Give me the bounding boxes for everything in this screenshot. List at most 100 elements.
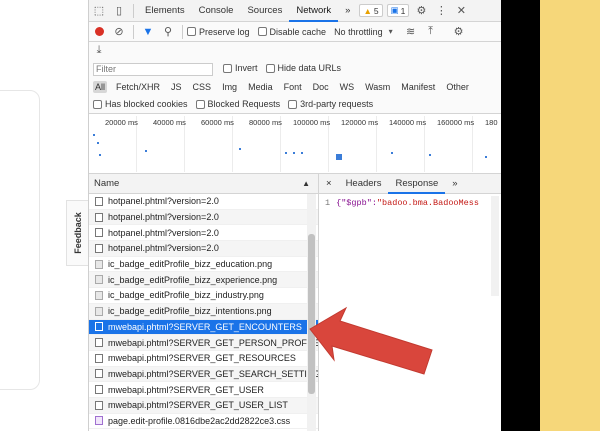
blocked-cookies-label: Has blocked cookies — [105, 99, 188, 109]
request-row[interactable]: page.edit-profile.0816dbe2ac2dd2822ce3.c… — [89, 414, 318, 430]
warnings-badge[interactable]: ▲ 5 — [359, 4, 383, 17]
tab-response[interactable]: Response — [388, 174, 446, 194]
more-tabs-button[interactable]: » — [338, 0, 357, 22]
request-row[interactable]: ic_badge_editProfile_bizz_education.png — [89, 257, 318, 273]
request-row[interactable]: mwebapi.phtml?SERVER_GET_ENCOUNTERS — [89, 319, 318, 336]
response-body[interactable]: 1 {"$gpb":"badoo.bma.BadooMess — [319, 194, 501, 212]
hide-data-urls-checkbox[interactable] — [265, 63, 275, 73]
tick-label: 100000 ms — [293, 118, 331, 127]
request-name: mwebapi.phtml?SERVER_GET_RESOURCES — [108, 353, 296, 364]
request-row[interactable]: ic_badge_editProfile_bizz_experience.png — [89, 272, 318, 289]
type-filter-all[interactable]: All — [93, 81, 108, 93]
network-overview-timeline[interactable]: 20000 ms 40000 ms 60000 ms 80000 ms 1000… — [89, 114, 501, 174]
request-name: mwebapi.phtml?SERVER_GET_PERSON_PROFILE_… — [108, 337, 318, 348]
network-toolbar: ⊘ ▼ ⚲ Preserve log Disable cache No thro… — [89, 22, 501, 42]
request-name: mwebapi.phtml?SERVER_GET_SEARCH_SETTINGS — [108, 368, 318, 379]
divider — [133, 3, 134, 18]
type-filter-css[interactable]: CSS — [191, 81, 214, 93]
search-icon[interactable]: ⚲ — [160, 24, 176, 40]
type-filter-media[interactable]: Media — [246, 81, 275, 93]
request-row[interactable]: hotpanel.phtml?version=2.0 — [89, 225, 318, 242]
request-row[interactable]: hotpanel.phtml?version=2.0 — [89, 241, 318, 257]
kebab-menu-icon[interactable]: ⋮ — [433, 3, 449, 19]
request-row[interactable]: mwebapi.phtml?SERVER_GET_SEARCH_SETTINGS — [89, 366, 318, 383]
messages-badge[interactable]: ▣ 1 — [386, 4, 410, 17]
tab-network[interactable]: Network — [289, 0, 339, 22]
request-row[interactable]: mwebapi.phtml?SERVER_GET_PERSON_PROFILE_… — [89, 335, 318, 351]
settings-gear-icon[interactable]: ⚙ — [413, 3, 429, 19]
chevron-down-icon[interactable]: ▾ — [383, 24, 399, 40]
preserve-log-checkbox[interactable] — [187, 27, 196, 36]
throttling-select[interactable]: No throttling — [334, 27, 383, 37]
close-devtools-icon[interactable]: ✕ — [453, 3, 469, 19]
request-name: hotpanel.phtml?version=2.0 — [108, 243, 219, 254]
disable-cache-checkbox[interactable] — [257, 27, 267, 36]
request-row[interactable]: mwebapi.phtml?SERVER_GET_RESOURCES — [89, 351, 318, 367]
message-icon: ▣ — [390, 5, 399, 15]
request-name: hotpanel.phtml?version=2.0 — [108, 196, 219, 207]
tick-label: 80000 ms — [249, 118, 282, 127]
divider — [182, 24, 183, 39]
type-filter-js[interactable]: JS — [169, 81, 184, 93]
blocked-requests-checkbox[interactable] — [195, 99, 205, 109]
type-filter-wasm[interactable]: Wasm — [363, 81, 392, 93]
request-row[interactable]: ic_badge_editProfile_bizz_industry.png — [89, 288, 318, 304]
yellow-background — [540, 0, 600, 431]
document-file-icon — [95, 196, 103, 206]
request-row[interactable]: hotpanel.phtml?version=2.0 — [89, 194, 318, 210]
blocked-cookies-checkbox[interactable] — [93, 99, 102, 109]
request-name: page.edit-profile.0816dbe2ac2dd2822ce3.c… — [108, 415, 291, 426]
close-detail-button[interactable]: × — [319, 174, 339, 194]
type-filter-other[interactable]: Other — [444, 81, 471, 93]
request-dot — [145, 150, 147, 152]
response-value: "badoo.bma.BadooMess — [376, 198, 479, 208]
request-row[interactable]: mwebapi.phtml?SERVER_GET_USER_LIST — [89, 397, 318, 414]
filter-icon[interactable]: ▼ — [140, 24, 156, 40]
type-filter-ws[interactable]: WS — [338, 81, 357, 93]
third-party-checkbox[interactable] — [288, 99, 298, 109]
type-filter-fetch-xhr[interactable]: Fetch/XHR — [114, 81, 162, 93]
device-toggle-icon[interactable]: ▯ — [111, 3, 127, 19]
disable-cache-label: Disable cache — [269, 26, 327, 37]
network-settings-icon[interactable]: ⚙ — [451, 24, 467, 40]
image-file-icon — [95, 275, 103, 285]
request-list-scrollbar[interactable] — [307, 194, 316, 431]
network-conditions-icon[interactable]: ≋ — [403, 24, 419, 40]
request-dot — [391, 152, 393, 154]
type-filter-img[interactable]: Img — [220, 81, 239, 93]
scrollbar-thumb[interactable] — [308, 234, 315, 394]
request-rows: hotpanel.phtml?version=2.0 hotpanel.phtml… — [89, 194, 318, 430]
type-filter-doc[interactable]: Doc — [311, 81, 331, 93]
request-row[interactable]: hotpanel.phtml?version=2.0 — [89, 209, 318, 226]
hide-data-urls-label: Hide data URLs — [277, 63, 342, 73]
more-detail-tabs-button[interactable]: » — [445, 174, 464, 194]
tab-console[interactable]: Console — [192, 0, 241, 22]
import-har-icon[interactable]: ⤒ — [423, 24, 439, 40]
detail-tabs: × Headers Response » — [319, 174, 501, 194]
image-file-icon — [95, 259, 103, 269]
filter-input[interactable]: Filter — [93, 63, 213, 76]
document-file-icon — [95, 338, 103, 348]
tick-label: 40000 ms — [153, 118, 186, 127]
record-icon[interactable] — [91, 24, 107, 40]
tab-elements[interactable]: Elements — [138, 0, 192, 22]
type-filter-manifest[interactable]: Manifest — [399, 81, 437, 93]
tick-label: 120000 ms — [341, 118, 379, 127]
request-row[interactable]: ic_badge_editProfile_bizz_intentions.png — [89, 303, 318, 320]
third-party-label: 3rd-party requests — [300, 99, 374, 109]
type-filter-font[interactable]: Font — [282, 81, 304, 93]
tab-headers[interactable]: Headers — [339, 174, 389, 194]
request-row[interactable]: mwebapi.phtml?SERVER_GET_USER — [89, 382, 318, 398]
response-scrollbar[interactable] — [491, 196, 499, 296]
name-column-header[interactable]: Name ▲ — [89, 174, 318, 194]
export-har-icon[interactable]: ⤓ — [91, 42, 107, 58]
feedback-tab[interactable]: Feedback — [66, 200, 88, 266]
messages-count: 1 — [400, 5, 406, 16]
tab-sources[interactable]: Sources — [240, 0, 289, 22]
request-detail-pane: × Headers Response » 1 {"$gpb":"badoo.bma… — [319, 174, 501, 431]
inspect-icon[interactable]: ⬚ — [91, 3, 107, 19]
clear-icon[interactable]: ⊘ — [111, 24, 127, 40]
request-name: hotpanel.phtml?version=2.0 — [108, 212, 219, 223]
tick-label: 140000 ms — [389, 118, 427, 127]
invert-checkbox[interactable] — [223, 63, 232, 73]
